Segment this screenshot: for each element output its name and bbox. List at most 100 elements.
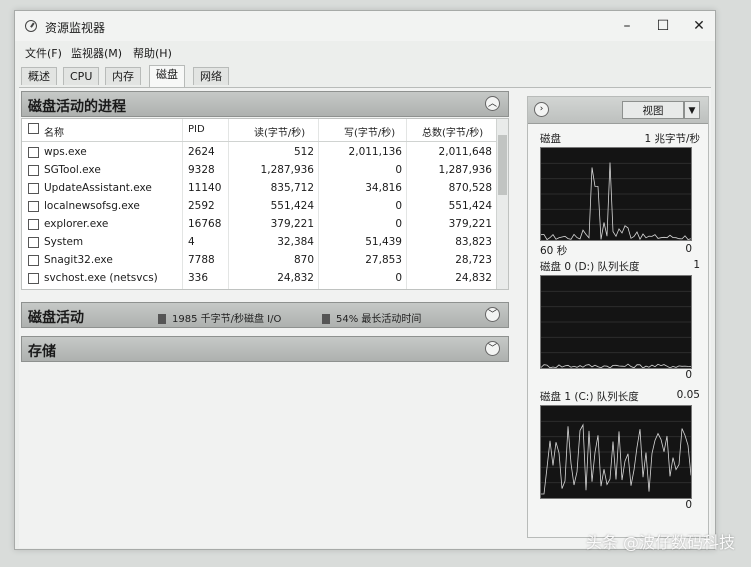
row-checkbox[interactable] [28, 273, 39, 284]
table-row[interactable]: SGTool.exe 9328 1,287,936 0 1,287,936 [22, 161, 498, 179]
table-row[interactable]: localnewsofsg.exe 2592 551,424 0 551,424 [22, 197, 498, 215]
row-checkbox[interactable] [28, 219, 39, 230]
row-checkbox[interactable] [28, 147, 39, 158]
cell-pid: 2592 [188, 200, 215, 212]
cell-write: 0 [395, 272, 402, 284]
table-header: 名称 PID 读(字节/秒) 写(字节/秒) 总数(字节/秒) [22, 119, 498, 142]
chevron-down-icon[interactable]: ﹀ [485, 341, 500, 356]
tab-disk[interactable]: 磁盘 [149, 65, 185, 87]
table-row[interactable]: UpdateAssistant.exe 11140 835,712 34,816 870… [22, 179, 498, 197]
scroll-thumb[interactable] [498, 135, 507, 195]
row-checkbox[interactable] [28, 165, 39, 176]
row-checkbox[interactable] [28, 255, 39, 266]
table-row[interactable]: svchost.exe (netsvcs) 336 24,832 0 24,832 [22, 269, 498, 287]
table-row[interactable]: System 4 32,384 51,439 83,823 [22, 233, 498, 251]
tab-overview[interactable]: 概述 [21, 67, 57, 85]
minimize-button[interactable]: – [613, 15, 641, 37]
legend-swatch [158, 314, 166, 324]
tab-cpu[interactable]: CPU [63, 67, 100, 85]
graph-scale: 0.05 [676, 389, 700, 401]
legend-swatch [322, 314, 330, 324]
graph-title: 磁盘 [540, 133, 561, 145]
cell-total: 83,823 [455, 236, 492, 248]
select-all-checkbox[interactable] [28, 123, 39, 134]
row-checkbox[interactable] [28, 237, 39, 248]
disk-activity-title: 磁盘活动 [28, 310, 84, 326]
table-row[interactable]: wps.exe 2624 512 2,011,136 2,011,648 [22, 143, 498, 161]
chevron-right-icon[interactable]: › [534, 102, 549, 117]
chevron-down-icon[interactable]: ﹀ [485, 307, 500, 322]
cell-write: 51,439 [365, 236, 402, 248]
cell-read: 24,832 [277, 272, 314, 284]
cell-write: 27,853 [365, 254, 402, 266]
cell-total: 2,011,648 [438, 146, 492, 158]
active-time-legend: 54% 最长活动时间 [322, 310, 421, 325]
graph-min-label: 0 [685, 499, 692, 511]
graph-min-label: 0 [685, 369, 692, 381]
row-checkbox[interactable] [28, 201, 39, 212]
cell-total: 870,528 [448, 182, 492, 194]
menu-monitor[interactable]: 监视器(M) [71, 45, 122, 61]
disk-io-label: 1985 千字节/秒磁盘 I/O [172, 314, 282, 325]
cell-read: 551,424 [270, 200, 314, 212]
column-pid[interactable]: PID [188, 124, 205, 135]
title-bar: 资源监视器 – ☐ ✕ [15, 11, 715, 41]
disk0-queue-graph-block: 磁盘 0 (D:) 队列长度 1 0 [536, 259, 700, 383]
cell-name: explorer.exe [44, 218, 109, 230]
column-total[interactable]: 总数(字节/秒) [422, 124, 483, 139]
cell-pid: 336 [188, 272, 209, 284]
tab-content: 磁盘活动的进程 ︿ 名称 PID 读(字节/秒) 写(字节/秒) 总数(字节/秒… [19, 87, 711, 548]
row-checkbox[interactable] [28, 183, 39, 194]
cell-name: UpdateAssistant.exe [44, 182, 152, 194]
tab-network[interactable]: 网络 [193, 67, 229, 85]
graph-trace [541, 363, 691, 368]
cell-pid: 4 [188, 236, 195, 248]
cell-read: 512 [293, 146, 314, 158]
disk-io-legend: 1985 千字节/秒磁盘 I/O [158, 310, 281, 325]
table-row[interactable]: Snagit32.exe 7788 870 27,853 28,723 [22, 251, 498, 269]
cell-total: 379,221 [448, 218, 492, 230]
cell-write: 2,011,136 [348, 146, 402, 158]
watermark: 头条 @波仔数码科技 [585, 533, 735, 552]
cell-pid: 9328 [188, 164, 215, 176]
tab-memory[interactable]: 内存 [105, 67, 141, 85]
resource-monitor-icon [25, 20, 37, 32]
menu-file[interactable]: 文件(F) [25, 45, 62, 61]
cell-pid: 16768 [188, 218, 222, 230]
process-table: 名称 PID 读(字节/秒) 写(字节/秒) 总数(字节/秒) wps.exe 2… [21, 118, 509, 290]
cell-name: svchost.exe (netsvcs) [44, 272, 158, 284]
cell-pid: 2624 [188, 146, 215, 158]
cell-read: 379,221 [270, 218, 314, 230]
cell-read: 1,287,936 [260, 164, 314, 176]
table-row[interactable]: explorer.exe 16768 379,221 0 379,221 [22, 215, 498, 233]
disk-graph-plot [541, 162, 691, 240]
view-dropdown-arrow[interactable]: ▼ [684, 101, 700, 119]
active-time-label: 54% 最长活动时间 [336, 314, 422, 325]
tab-strip: 概述 CPU 内存 磁盘 网络 [21, 65, 711, 87]
disk1-queue-graph-block: 磁盘 1 (C:) 队列长度 0.05 0 [536, 389, 700, 513]
storage-section-header[interactable]: 存储 ﹀ [21, 336, 509, 362]
cell-write: 0 [395, 200, 402, 212]
graph-pane: › 视图 ▼ 磁盘 1 兆字节/秒 60 秒 0 磁盘 0 (D:) 队列长度 … [527, 96, 709, 538]
disk-graph-block: 磁盘 1 兆字节/秒 60 秒 0 [536, 131, 700, 257]
disk0-queue-graph-plot [541, 290, 691, 368]
table-scrollbar[interactable] [496, 119, 508, 289]
column-name[interactable]: 名称 [44, 124, 64, 139]
chevron-up-icon[interactable]: ︿ [485, 96, 500, 111]
left-pane: 磁盘活动的进程 ︿ 名称 PID 读(字节/秒) 写(字节/秒) 总数(字节/秒… [19, 88, 509, 548]
column-read[interactable]: 读(字节/秒) [254, 124, 305, 139]
disk1-queue-graph-plot [541, 420, 691, 495]
maximize-button[interactable]: ☐ [649, 15, 677, 37]
cell-read: 835,712 [270, 182, 314, 194]
graph-trace [541, 423, 691, 495]
menu-help[interactable]: 帮助(H) [133, 45, 172, 61]
graph-title: 磁盘 1 (C:) 队列长度 [540, 391, 639, 403]
cell-total: 551,424 [448, 200, 492, 212]
column-write[interactable]: 写(字节/秒) [344, 124, 395, 139]
graph-pane-toolbar: › 视图 ▼ [528, 97, 708, 124]
processes-section-header[interactable]: 磁盘活动的进程 ︿ [21, 91, 509, 117]
close-button[interactable]: ✕ [685, 15, 713, 37]
disk-activity-section-header[interactable]: 磁盘活动 1985 千字节/秒磁盘 I/O 54% 最长活动时间 ﹀ [21, 302, 509, 328]
storage-title: 存储 [28, 344, 56, 360]
view-button[interactable]: 视图 [622, 101, 684, 119]
